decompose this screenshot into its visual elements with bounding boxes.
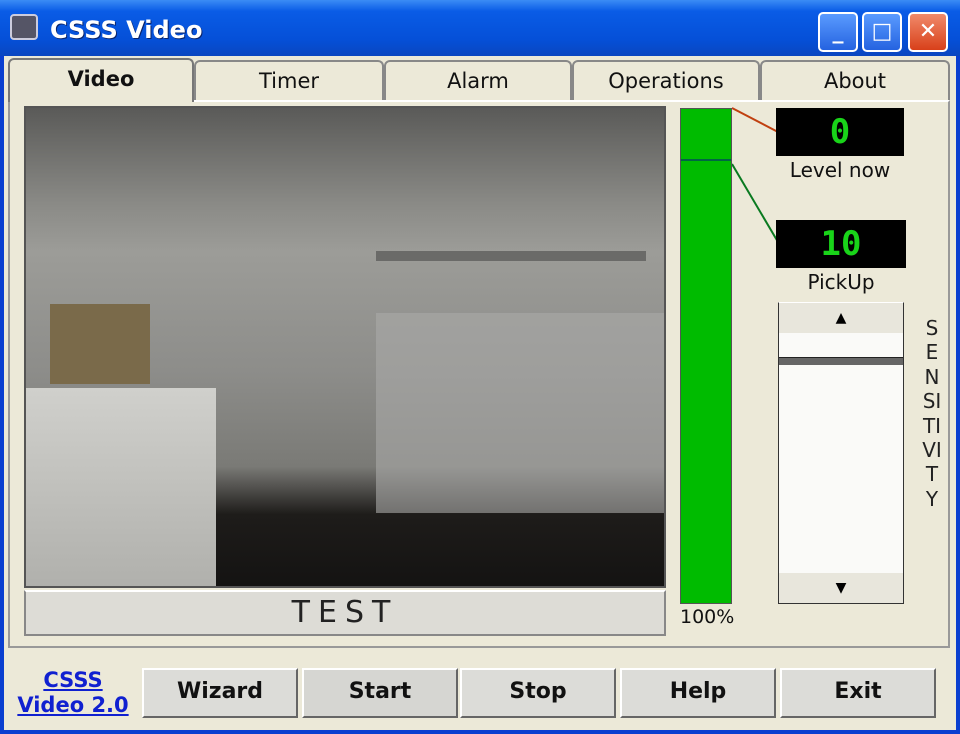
window-title: CSSS Video bbox=[50, 16, 203, 44]
sensitivity-label: SENSITIVITY bbox=[922, 316, 942, 511]
close-button[interactable]: ✕ bbox=[908, 12, 948, 52]
tab-video[interactable]: Video bbox=[8, 58, 194, 102]
camera-feed bbox=[24, 106, 666, 588]
wizard-button[interactable]: Wizard bbox=[142, 668, 298, 718]
start-button[interactable]: Start bbox=[302, 668, 458, 718]
level-now-label: Level now bbox=[789, 158, 891, 182]
client-area: Video Timer Alarm Operations About TEST … bbox=[4, 56, 956, 730]
pickup-marker bbox=[681, 159, 731, 161]
stop-button[interactable]: Stop bbox=[460, 668, 616, 718]
minimize-button[interactable]: _ bbox=[818, 12, 858, 52]
level-meter bbox=[680, 108, 732, 604]
brand-line1[interactable]: CSSS bbox=[10, 668, 136, 693]
sensitivity-slider[interactable]: ▲ ▼ bbox=[778, 302, 904, 604]
tab-alarm[interactable]: Alarm bbox=[384, 60, 572, 100]
level-now-display: 0 bbox=[776, 108, 904, 156]
brand-line2[interactable]: Video 2.0 bbox=[10, 693, 136, 718]
maximize-button[interactable]: □ bbox=[862, 12, 902, 52]
exit-button[interactable]: Exit bbox=[780, 668, 936, 718]
pickup-label: PickUp bbox=[807, 270, 875, 294]
help-button[interactable]: Help bbox=[620, 668, 776, 718]
meter-connector-lines bbox=[732, 107, 779, 243]
slider-up-button[interactable]: ▲ bbox=[779, 303, 903, 333]
tab-about[interactable]: About bbox=[760, 60, 950, 100]
pickup-display: 10 bbox=[776, 220, 906, 268]
video-panel: TEST 100% 0 Level now 10 PickUp ▲ ▼ SENS… bbox=[8, 100, 950, 648]
video-overlay-label: TEST bbox=[24, 590, 666, 636]
tab-timer[interactable]: Timer bbox=[194, 60, 384, 100]
tab-operations[interactable]: Operations bbox=[572, 60, 760, 100]
brand-link[interactable]: CSSS Video 2.0 bbox=[10, 668, 136, 718]
slider-thumb[interactable] bbox=[779, 357, 903, 365]
meter-percent: 100% bbox=[680, 606, 735, 628]
slider-down-button[interactable]: ▼ bbox=[779, 573, 903, 603]
app-icon bbox=[10, 14, 38, 40]
title-bar: CSSS Video _ □ ✕ bbox=[0, 0, 960, 56]
